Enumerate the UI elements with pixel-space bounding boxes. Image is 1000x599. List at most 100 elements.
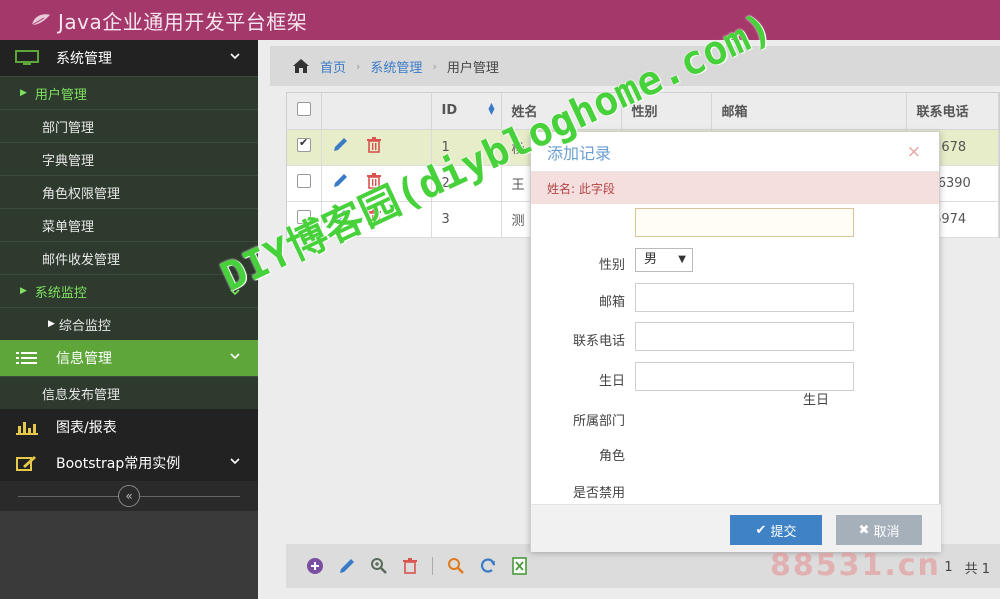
- caret-down-icon: ▼: [678, 254, 686, 265]
- sidebar-item-label: 部门管理: [42, 120, 95, 136]
- check-icon: ✔: [755, 522, 767, 538]
- close-icon: ✖: [858, 522, 870, 538]
- breadcrumb-section[interactable]: 系统管理: [370, 57, 422, 76]
- field-label: 是否禁用: [572, 486, 625, 501]
- add-icon[interactable]: [306, 557, 324, 575]
- column-label: ID: [441, 103, 458, 119]
- row-checkbox[interactable]: [297, 136, 311, 152]
- name-field[interactable]: [635, 208, 854, 237]
- sidebar-item-dictionary[interactable]: 字典管理: [0, 142, 258, 175]
- sidebar-item-monitor-overview[interactable]: ▶ 综合监控: [0, 307, 258, 340]
- cancel-button[interactable]: ✖ 取消: [836, 515, 922, 545]
- sidebar-item-label: 信息发布管理: [42, 387, 121, 403]
- field-row-birthday: 生日: [531, 362, 941, 394]
- sidebar-group-label: Bootstrap常用实例: [56, 456, 181, 472]
- dialog-header: 添加记录 ×: [531, 132, 939, 172]
- cancel-label: 取消: [873, 524, 900, 540]
- bar-chart-icon: [16, 422, 38, 435]
- pagination: 1 共 1: [944, 558, 990, 577]
- refresh-icon[interactable]: [479, 557, 497, 575]
- column-header-phone[interactable]: 联系电话: [906, 93, 999, 130]
- export-excel-icon[interactable]: [511, 557, 529, 575]
- sidebar-group-label: 信息管理: [56, 351, 112, 367]
- pencil-icon[interactable]: [332, 137, 350, 153]
- submit-label: 提交: [770, 524, 797, 540]
- field-label: 所属部门: [572, 414, 625, 429]
- dialog-footer: ✔ 提交 ✖ 取消: [531, 504, 941, 552]
- sidebar-item-label: 邮件收发管理: [42, 252, 121, 268]
- row-checkbox[interactable]: [297, 174, 311, 188]
- column-label: 邮箱: [721, 105, 748, 121]
- list-icon: [16, 352, 37, 364]
- monitor-icon: [15, 50, 39, 65]
- sidebar-item-label: 用户管理: [34, 87, 87, 103]
- sidebar-item-info-publish[interactable]: 信息发布管理: [0, 376, 258, 409]
- field-label: 邮箱: [598, 295, 625, 310]
- sidebar-group-label: 图表/报表: [56, 420, 117, 436]
- page-number[interactable]: 1: [944, 560, 952, 575]
- sidebar-item-roles[interactable]: 角色权限管理: [0, 175, 258, 208]
- chevron-down-icon: [230, 53, 240, 60]
- field-row-email: 邮箱: [531, 283, 941, 315]
- field-label: 角色: [598, 449, 625, 464]
- column-header-email[interactable]: 邮箱: [711, 93, 907, 130]
- field-label: 生日: [598, 374, 625, 389]
- gender-select-value: 男: [644, 252, 658, 267]
- collapse-icon[interactable]: «: [118, 485, 140, 507]
- birthday-field[interactable]: [635, 362, 854, 391]
- sidebar-item-monitor[interactable]: ▶ 系统监控: [0, 274, 258, 307]
- email-field[interactable]: [635, 283, 854, 312]
- actions-header: [321, 93, 432, 130]
- breadcrumb-current: 用户管理: [446, 60, 499, 76]
- top-bar: Java企业通用开发平台框架: [0, 0, 1000, 40]
- zoom-in-icon[interactable]: [370, 557, 388, 575]
- chevron-down-icon: [230, 458, 240, 465]
- edit-icon: [16, 456, 36, 471]
- field-row-phone: 联系电话: [531, 322, 941, 354]
- trash-icon[interactable]: [366, 137, 382, 153]
- submit-button[interactable]: ✔ 提交: [730, 515, 822, 545]
- sidebar-item-departments[interactable]: 部门管理: [0, 109, 258, 142]
- field-label: 性别: [598, 258, 625, 273]
- field-label: 联系电话: [572, 334, 625, 349]
- breadcrumb-separator: ›: [432, 59, 437, 73]
- sidebar-item-label: 角色权限管理: [42, 186, 121, 202]
- phone-field[interactable]: [635, 322, 854, 351]
- cell-id: 3: [431, 201, 502, 238]
- search-icon[interactable]: [447, 557, 465, 575]
- field-row-name: [531, 208, 941, 240]
- field-row-role: 角色: [531, 437, 941, 469]
- pencil-icon[interactable]: [338, 557, 356, 575]
- add-record-dialog: 添加记录 × 姓名: 此字段 性别 男 ▼ 邮箱 联系电话 生日 生日 所属部门 …: [530, 131, 941, 552]
- column-label: 联系电话: [916, 105, 969, 121]
- select-all-checkbox[interactable]: [297, 101, 311, 116]
- home-icon[interactable]: [292, 58, 310, 74]
- close-icon[interactable]: ×: [907, 142, 921, 162]
- sidebar-group-bootstrap[interactable]: Bootstrap常用实例: [0, 445, 258, 481]
- sort-icon[interactable]: ▲ ▼: [488, 102, 494, 116]
- sidebar-collapse[interactable]: «: [0, 481, 258, 511]
- select-all-header[interactable]: [287, 93, 322, 130]
- sidebar-item-menus[interactable]: 菜单管理: [0, 208, 258, 241]
- watermark-corner: 88531.cn: [770, 548, 941, 583]
- sidebar-group-chart[interactable]: 图表/报表: [0, 409, 258, 445]
- sidebar-group-info[interactable]: 信息管理: [0, 340, 258, 376]
- breadcrumb-home[interactable]: 首页: [320, 57, 346, 76]
- page-total: 共 1: [964, 562, 990, 577]
- sidebar: 系统管理 ▶ 用户管理 部门管理 字典管理 角色权限管理 菜单管理 邮件收发管理 …: [0, 40, 258, 599]
- field-row-dept: 所属部门: [531, 402, 941, 434]
- leaf-logo-icon: [31, 14, 50, 26]
- validation-alert: 姓名: 此字段: [531, 172, 939, 204]
- row-select-cell[interactable]: [287, 165, 322, 202]
- sidebar-item-users[interactable]: ▶ 用户管理: [0, 76, 258, 109]
- row-select-cell[interactable]: [287, 129, 322, 166]
- toolbar-divider: [432, 557, 433, 575]
- field-row-gender: 性别 男 ▼: [531, 246, 941, 278]
- field-row-disabled: 是否禁用: [531, 474, 941, 506]
- sidebar-item-label: 系统监控: [34, 285, 87, 301]
- gender-select[interactable]: 男 ▼: [635, 248, 693, 272]
- breadcrumb-separator: ›: [356, 59, 361, 73]
- trash-icon[interactable]: [402, 557, 418, 575]
- sidebar-group-label: 系统管理: [56, 51, 112, 67]
- sidebar-group-system[interactable]: 系统管理: [0, 40, 258, 76]
